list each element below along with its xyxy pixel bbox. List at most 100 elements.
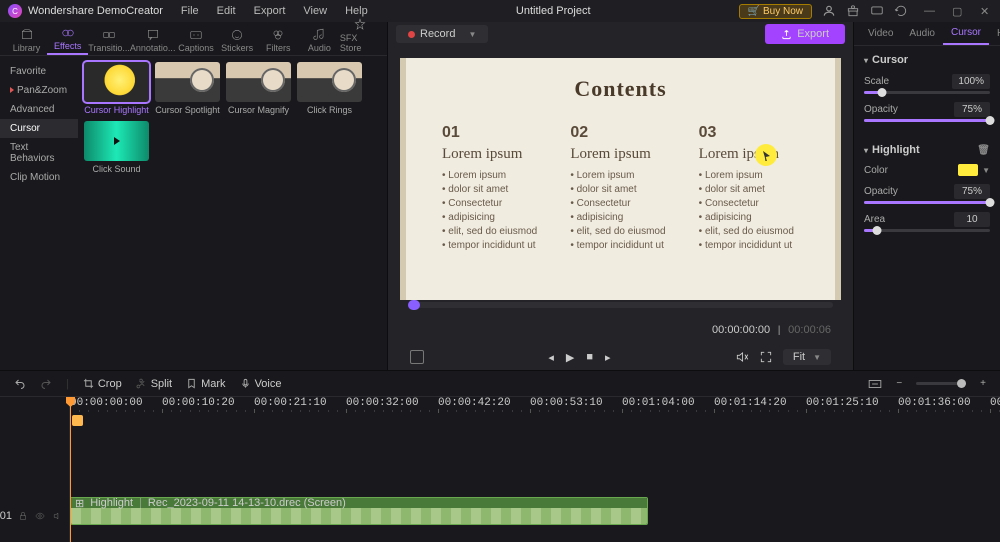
message-icon[interactable] [870,4,884,18]
category-clipmotion[interactable]: Clip Motion [0,168,78,187]
voice-button[interactable]: Voice [240,378,282,390]
audio-icon [312,28,326,42]
delete-highlight-icon[interactable]: 🗑 [977,145,990,156]
highlight-opacity-value[interactable]: 75% [954,184,990,199]
scale-value[interactable]: 100% [952,74,990,89]
fullscreen-button[interactable] [759,350,773,364]
mark-button[interactable]: Mark [186,378,225,390]
asset-tab-audio[interactable]: Audio [299,26,340,55]
account-icon[interactable] [822,4,836,18]
cursor-opacity-value[interactable]: 75% [954,102,990,117]
effect-thumbnail [84,62,149,102]
color-label: Color [864,165,888,176]
highlight-opacity-slider[interactable] [864,201,990,204]
effect-cursor-spotlight[interactable]: Cursor Spotlight [155,62,220,115]
asset-tab-sfx[interactable]: SFX Store [340,16,381,55]
asset-tab-stickers[interactable]: Stickers [217,26,258,55]
asset-tab-filters[interactable]: Filters [258,26,299,55]
slide-title: Contents [442,76,799,102]
buy-now-button[interactable]: 🛒 Buy Now [739,4,812,19]
undo-button[interactable] [14,378,26,390]
prop-tab-video[interactable]: Video [860,22,901,45]
category-advanced[interactable]: Advanced [0,100,78,119]
asset-tab-library[interactable]: Library [6,26,47,55]
timeline-clip[interactable]: ⊞ Highlight | Rec_2023-09-11 14-13-10.dr… [70,497,648,525]
category-cursor[interactable]: Cursor [0,119,78,138]
color-swatch[interactable]: ▼ [958,164,990,176]
asset-tab-label: Filters [266,43,291,53]
play-button[interactable]: ▶ [566,351,574,364]
effect-click-rings[interactable]: Click Rings [297,62,362,115]
ruler-tick: 00:00:32:00 [346,397,419,409]
zoom-in-button[interactable]: + [980,378,986,389]
asset-tab-effects[interactable]: Effects [47,24,88,55]
prop-tab-cursor[interactable]: Cursor [943,22,989,45]
ruler-tick: 00:00:21:10 [254,397,327,409]
effect-thumbnail [226,62,291,102]
close-button[interactable]: ✕ [980,5,992,17]
asset-panel: LibraryEffectsTransitio...Annotatio...Ca… [0,22,388,370]
prop-tab-audio[interactable]: Audio [901,22,943,45]
preview-scrub-track[interactable] [408,302,833,308]
filters-icon [271,28,285,42]
refresh-icon[interactable] [894,4,908,18]
next-frame-button[interactable]: ▸ [605,351,611,364]
export-button[interactable]: Export [765,24,845,44]
scale-slider[interactable] [864,91,990,94]
category-favorite[interactable]: Favorite [0,62,78,81]
mute-button[interactable] [735,350,749,364]
crop-button[interactable]: Crop [83,378,122,390]
scrub-handle[interactable] [408,300,420,310]
cursor-section-header[interactable]: Cursor [864,54,990,66]
highlight-section-header[interactable]: Highlight🗑 [864,144,990,156]
prop-tab-ho[interactable]: Ho [989,22,1000,45]
menu-export[interactable]: Export [254,5,286,17]
preview-canvas[interactable]: Contents 01Lorem ipsumLorem ipsumdolor s… [400,58,841,300]
effect-grid: Cursor HighlightCursor SpotlightCursor M… [78,56,387,370]
area-value[interactable]: 10 [954,212,990,227]
menu-edit[interactable]: Edit [217,5,236,17]
track-visibility-icon[interactable] [34,511,46,521]
effect-cursor-highlight[interactable]: Cursor Highlight [84,62,149,115]
transitions-icon [102,28,116,42]
asset-tab-transitions[interactable]: Transitio... [88,26,130,55]
asset-tab-annotations[interactable]: Annotatio... [130,26,176,55]
cursor-opacity-slider[interactable] [864,119,990,122]
timeline-gutter: 01 [0,397,70,542]
timecode: 00:00:00:00 | 00:00:06 [712,324,831,337]
ruler-tick: 00:00:10:20 [162,397,235,409]
snapshot-button[interactable] [410,350,424,364]
playhead[interactable] [70,397,71,542]
effect-click-sound[interactable]: Click Sound [84,121,149,174]
property-tabs: VideoAudioCursorHo [854,22,1000,46]
track-lock-icon[interactable] [18,511,28,521]
category-panzoom[interactable]: Pan&Zoom [0,81,78,100]
maximize-button[interactable]: ▢ [952,5,964,17]
category-textbehaviors[interactable]: Text Behaviors [0,138,78,168]
zoom-out-button[interactable]: − [896,378,902,389]
menu-view[interactable]: View [303,5,327,17]
asset-tab-label: Captions [178,43,214,53]
menu-file[interactable]: File [181,5,199,17]
stop-button[interactable]: ■ [586,351,593,364]
ruler-tick: 00:01:25:10 [806,397,879,409]
area-slider[interactable] [864,229,990,232]
asset-tab-captions[interactable]: Captions [175,26,216,55]
redo-button[interactable] [40,378,52,390]
export-label: Export [797,28,829,40]
zoom-slider[interactable] [916,382,966,385]
gift-icon[interactable] [846,4,860,18]
prev-frame-button[interactable]: ◂ [548,351,554,364]
track-mute-icon[interactable] [52,511,63,521]
effect-cursor-magnify[interactable]: Cursor Magnify [226,62,291,115]
asset-tab-label: Annotatio... [130,43,176,53]
minimize-button[interactable]: — [924,5,936,17]
split-button[interactable]: Split [136,378,172,390]
timeline-ruler[interactable]: 00:00:00:0000:00:10:2000:00:21:1000:00:3… [70,397,1000,415]
timeline-tracks[interactable]: 00:00:00:0000:00:10:2000:00:21:1000:00:3… [70,397,1000,542]
timeline-marker[interactable] [72,415,83,426]
fit-timeline-button[interactable] [868,378,882,390]
fit-dropdown[interactable]: Fit▼ [783,349,831,365]
effect-categories: FavoritePan&ZoomAdvancedCursorText Behav… [0,56,78,370]
record-button[interactable]: Record ▼ [396,25,488,43]
